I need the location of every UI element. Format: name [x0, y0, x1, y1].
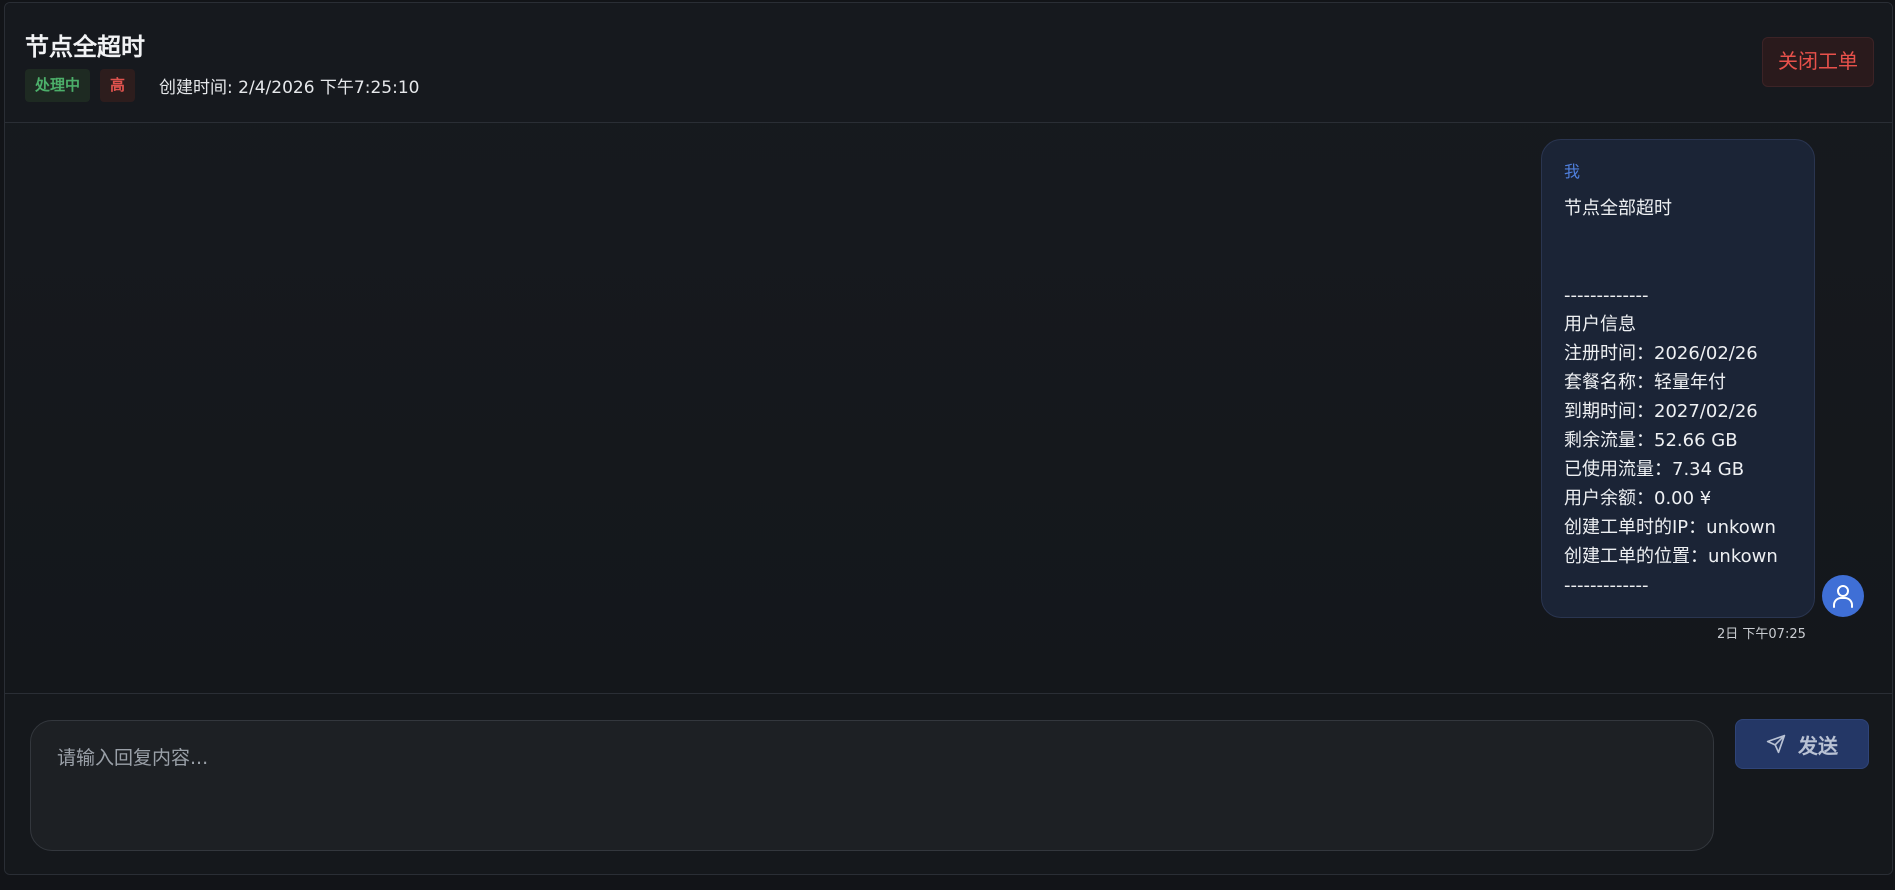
- reply-input[interactable]: [30, 720, 1714, 851]
- ticket-meta: 处理中 高 创建时间: 2/4/2026 下午7:25:10: [25, 69, 419, 102]
- message-body: 节点全部超时 ------------- 用户信息 注册时间：2026/02/2…: [1564, 198, 1778, 596]
- created-time: 创建时间: 2/4/2026 下午7:25:10: [159, 78, 420, 98]
- send-button[interactable]: 发送: [1735, 719, 1869, 769]
- reply-composer: 发送: [5, 693, 1892, 874]
- message-time: 2日 下午07:25: [1717, 627, 1806, 642]
- send-icon: [1766, 734, 1786, 754]
- user-icon: [1833, 585, 1853, 608]
- close-ticket-button[interactable]: 关闭工单: [1762, 37, 1874, 87]
- message-bubble: 我 节点全部超时 ------------- 用户信息 注册时间：2026/02…: [1541, 139, 1815, 618]
- message-sender: 我: [1564, 162, 1581, 181]
- message-list: 我 节点全部超时 ------------- 用户信息 注册时间：2026/02…: [5, 124, 1892, 694]
- ticket-panel: 节点全超时 处理中 高 创建时间: 2/4/2026 下午7:25:10 关闭工…: [4, 2, 1893, 875]
- priority-badge: 高: [100, 69, 136, 102]
- ticket-header: 节点全超时 处理中 高 创建时间: 2/4/2026 下午7:25:10 关闭工…: [5, 3, 1892, 123]
- status-badge: 处理中: [25, 69, 91, 102]
- ticket-title: 节点全超时: [25, 33, 145, 61]
- send-label: 发送: [1798, 735, 1838, 758]
- avatar: [1822, 575, 1864, 617]
